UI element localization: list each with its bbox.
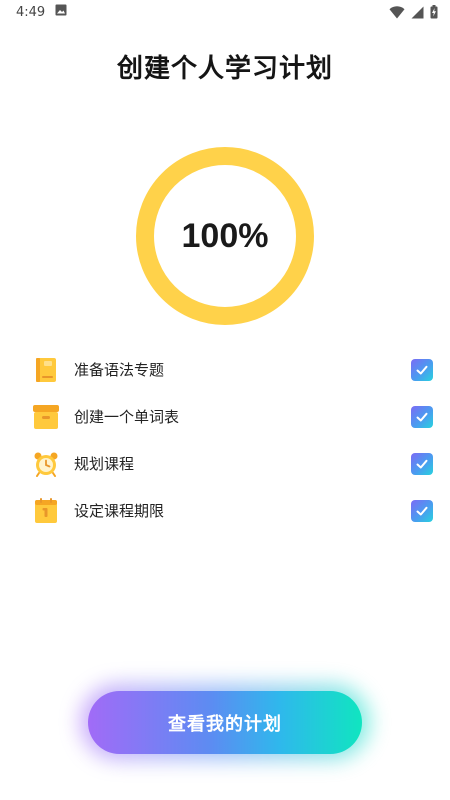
status-time: 4:49 bbox=[16, 4, 46, 20]
task-label: 创建一个单词表 bbox=[74, 408, 180, 426]
task-checkbox[interactable] bbox=[411, 358, 433, 381]
task-checkbox[interactable] bbox=[411, 499, 433, 522]
alarm-clock-icon bbox=[32, 450, 60, 478]
status-bar: 4:49 bbox=[0, 0, 450, 24]
task-checkbox[interactable] bbox=[411, 452, 433, 475]
progress-ring: 100% bbox=[135, 146, 315, 326]
screen: 4:49 创建个人学习计划 100% 准备语法专题 创建一个单词表 规划课程 设… bbox=[0, 0, 450, 800]
calendar-icon bbox=[32, 497, 60, 525]
task-item-wordlist[interactable]: 创建一个单词表 bbox=[0, 393, 450, 440]
progress-value: 100% bbox=[181, 216, 269, 255]
task-item-grammar[interactable]: 准备语法专题 bbox=[0, 346, 450, 393]
page-title: 创建个人学习计划 bbox=[116, 54, 333, 84]
task-label: 设定课程期限 bbox=[74, 502, 165, 520]
task-label: 准备语法专题 bbox=[74, 361, 165, 379]
box-icon bbox=[32, 403, 60, 431]
task-item-course[interactable]: 规划课程 bbox=[0, 440, 450, 487]
book-icon bbox=[32, 356, 60, 384]
check-icon bbox=[416, 506, 428, 515]
signal-icon bbox=[411, 6, 424, 19]
task-checkbox[interactable] bbox=[411, 405, 433, 428]
battery-charging-icon bbox=[430, 5, 438, 19]
check-icon bbox=[416, 459, 428, 468]
check-icon bbox=[416, 365, 428, 374]
task-label: 规划课程 bbox=[74, 455, 135, 473]
wifi-icon bbox=[389, 5, 405, 19]
task-list: 准备语法专题 创建一个单词表 规划课程 设定课程期限 bbox=[0, 346, 450, 534]
view-plan-button[interactable]: 查看我的计划 bbox=[88, 691, 362, 754]
status-icons bbox=[389, 5, 438, 19]
check-icon bbox=[416, 412, 428, 421]
task-item-deadline[interactable]: 设定课程期限 bbox=[0, 487, 450, 534]
image-icon bbox=[55, 4, 67, 20]
